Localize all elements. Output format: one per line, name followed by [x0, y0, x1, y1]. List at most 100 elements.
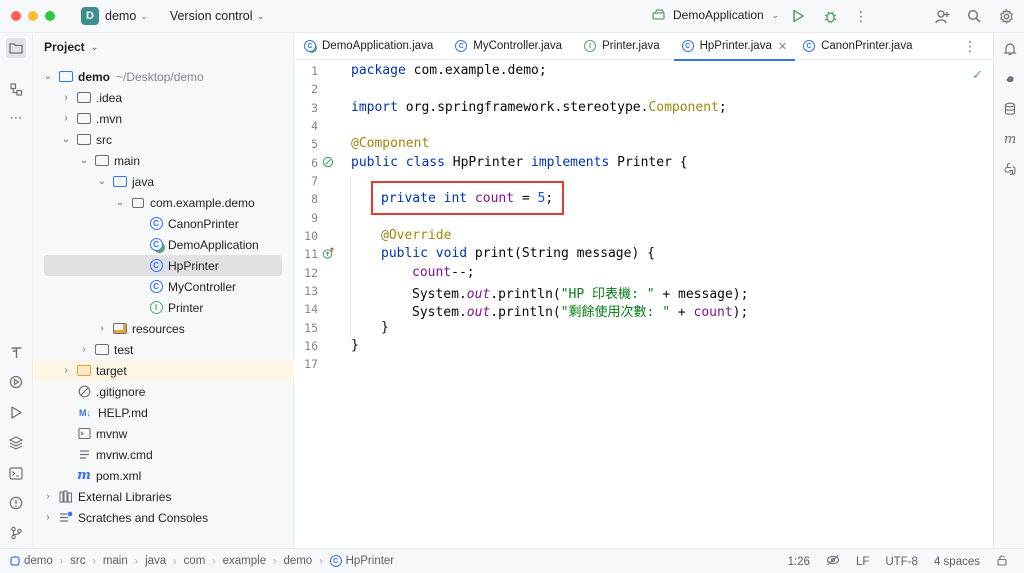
breadcrumb-item-src[interactable]: src — [70, 555, 85, 567]
database-tool-button[interactable] — [1001, 100, 1019, 118]
file-encoding[interactable]: UTF-8 — [885, 556, 918, 568]
debug-button[interactable] — [821, 7, 839, 25]
folder-icon — [9, 43, 23, 54]
inspections-off-icon[interactable] — [826, 554, 840, 569]
chevron-right-icon[interactable]: › — [42, 512, 54, 523]
chevron-down-icon[interactable]: ⌄ — [114, 197, 126, 208]
tree-item-mycontroller[interactable]: C MyController — [33, 276, 294, 297]
tree-item-src[interactable]: ⌄ src — [33, 129, 294, 150]
tree-item-external-libraries[interactable]: › External Libraries — [33, 486, 294, 507]
tree-item-test[interactable]: › test — [33, 339, 294, 360]
chevron-right-icon[interactable]: › — [60, 365, 72, 376]
close-window-button[interactable] — [11, 11, 21, 21]
tree-item-hpprinter[interactable]: C HpPrinter — [44, 255, 282, 276]
tab-mycontroller[interactable]: C MyController.java — [447, 33, 570, 60]
no-problems-check-icon[interactable]: ✓ — [972, 67, 983, 83]
breadcrumb-item-example[interactable]: example — [223, 555, 266, 567]
tree-item-mvnw-cmd[interactable]: mvnw.cmd — [33, 444, 294, 465]
module-icon — [10, 556, 20, 566]
line-number: 8 — [311, 192, 318, 206]
problems-tool-button[interactable] — [6, 493, 26, 513]
breadcrumb-item-com[interactable]: com — [184, 555, 206, 567]
project-badge[interactable]: D — [81, 7, 99, 25]
tree-item-scratches[interactable]: › Scratches and Consoles — [33, 507, 294, 528]
python-tool-button[interactable] — [1001, 160, 1019, 178]
endpoints-tool-button[interactable] — [6, 342, 26, 362]
tab-demoapplication[interactable]: C DemoApplication.java — [296, 33, 441, 60]
chevron-right-icon[interactable]: › — [42, 491, 54, 502]
zoom-window-button[interactable] — [45, 11, 55, 21]
version-control-menu[interactable]: Version control ⌄ — [170, 9, 264, 23]
chevron-down-icon[interactable]: ⌄ — [60, 134, 72, 145]
tab-canonprinter[interactable]: C CanonPrinter.java — [795, 33, 920, 60]
breadcrumb-item-main[interactable]: main — [103, 555, 128, 567]
add-user-icon[interactable] — [933, 7, 951, 25]
caret-position[interactable]: 1:26 — [788, 556, 810, 568]
notifications-tool-button[interactable] — [1001, 40, 1019, 58]
tree-item-canonprinter[interactable]: C CanonPrinter — [33, 213, 294, 234]
implements-method-gutter-icon[interactable] — [322, 247, 335, 263]
chevron-right-icon[interactable]: › — [60, 92, 72, 103]
interface-icon: I — [584, 40, 597, 52]
search-everywhere-icon[interactable] — [965, 7, 983, 25]
tab-actions-icon[interactable]: ⋮ — [963, 38, 977, 55]
tree-item-label: com.example.demo — [150, 195, 255, 210]
breadcrumb-item-demo[interactable]: demo — [10, 555, 53, 567]
tree-item-pom[interactable]: m pom.xml — [33, 465, 294, 486]
tree-item-package[interactable]: ⌄ com.example.demo — [33, 192, 294, 213]
close-tab-icon[interactable]: ✕ — [778, 40, 787, 53]
maven-tool-button[interactable]: m — [1001, 130, 1019, 148]
run-button[interactable] — [789, 7, 807, 25]
settings-icon[interactable] — [997, 7, 1015, 25]
chevron-right-icon[interactable]: › — [78, 344, 90, 355]
breadcrumb-item-demo-package[interactable]: demo — [283, 555, 312, 567]
tree-item-mvn[interactable]: › .mvn — [33, 108, 294, 129]
class-icon: C — [148, 280, 164, 294]
breadcrumb-item-java[interactable]: java — [145, 555, 166, 567]
chevron-down-icon[interactable]: ⌄ — [42, 71, 54, 82]
run-configuration-selector[interactable]: DemoApplication ⌄ — [652, 8, 779, 22]
tree-item-demoapplication[interactable]: C DemoApplication — [33, 234, 294, 255]
tree-item-printer[interactable]: I Printer — [33, 297, 294, 318]
tab-printer[interactable]: I Printer.java — [576, 33, 668, 60]
git-tool-button[interactable] — [6, 523, 26, 543]
chevron-right-icon[interactable]: › — [96, 323, 108, 334]
ai-assistant-tool-button[interactable] — [1001, 70, 1019, 88]
tree-item-help-md[interactable]: M↓ HELP.md — [33, 402, 294, 423]
tree-item-java[interactable]: ⌄ java — [33, 171, 294, 192]
tree-item-resources[interactable]: › resources — [33, 318, 294, 339]
tree-item-idea[interactable]: › .idea — [33, 87, 294, 108]
more-tool-windows-icon[interactable]: ⋯ — [6, 108, 26, 128]
chevron-right-icon[interactable]: › — [60, 113, 72, 124]
chevron-down-icon[interactable]: ⌄ — [78, 155, 90, 166]
code-editor[interactable]: ✓ 1 2 3 4 5 6 7 8 9 10 11 12 13 14 15 16… — [294, 61, 993, 548]
project-switcher[interactable]: demo — [105, 9, 136, 23]
tree-item-target[interactable]: › target — [33, 360, 294, 381]
chevron-right-icon: › — [59, 555, 64, 567]
read-only-lock-icon[interactable] — [996, 554, 1008, 569]
tree-item-gitignore[interactable]: .gitignore — [33, 381, 294, 402]
title-bar: D demo ⌄ Version control ⌄ DemoApplicati… — [0, 0, 1024, 33]
layers-tool-button[interactable] — [6, 433, 26, 453]
structure-tool-button[interactable] — [6, 79, 26, 99]
indent-setting[interactable]: 4 spaces — [934, 556, 980, 568]
tree-item-demo[interactable]: ⌄ demo ~/Desktop/demo — [33, 66, 294, 87]
left-tool-window-bar: ⋯ — [0, 33, 33, 548]
tab-hpprinter[interactable]: C HpPrinter.java ✕ — [673, 33, 796, 61]
scratches-icon — [58, 511, 74, 525]
project-tool-button[interactable] — [6, 38, 26, 58]
chevron-down-icon[interactable]: ⌄ — [96, 176, 108, 187]
breadcrumb-item-hpprinter[interactable]: C HpPrinter — [329, 555, 394, 567]
run-tool-button[interactable] — [6, 402, 26, 422]
services-tool-button[interactable] — [6, 372, 26, 392]
minimize-window-button[interactable] — [28, 11, 38, 21]
chevron-down-icon: ⌄ — [90, 41, 99, 52]
tree-item-mvnw[interactable]: mvnw — [33, 423, 294, 444]
project-panel-header[interactable]: Project ⌄ — [33, 33, 293, 61]
bean-gutter-icon[interactable] — [322, 156, 334, 171]
more-actions-icon[interactable]: ⋮ — [852, 7, 870, 25]
terminal-tool-button[interactable] — [6, 463, 26, 483]
line-ending[interactable]: LF — [856, 556, 869, 568]
tree-item-main[interactable]: ⌄ main — [33, 150, 294, 171]
chevron-right-icon: › — [212, 555, 216, 567]
